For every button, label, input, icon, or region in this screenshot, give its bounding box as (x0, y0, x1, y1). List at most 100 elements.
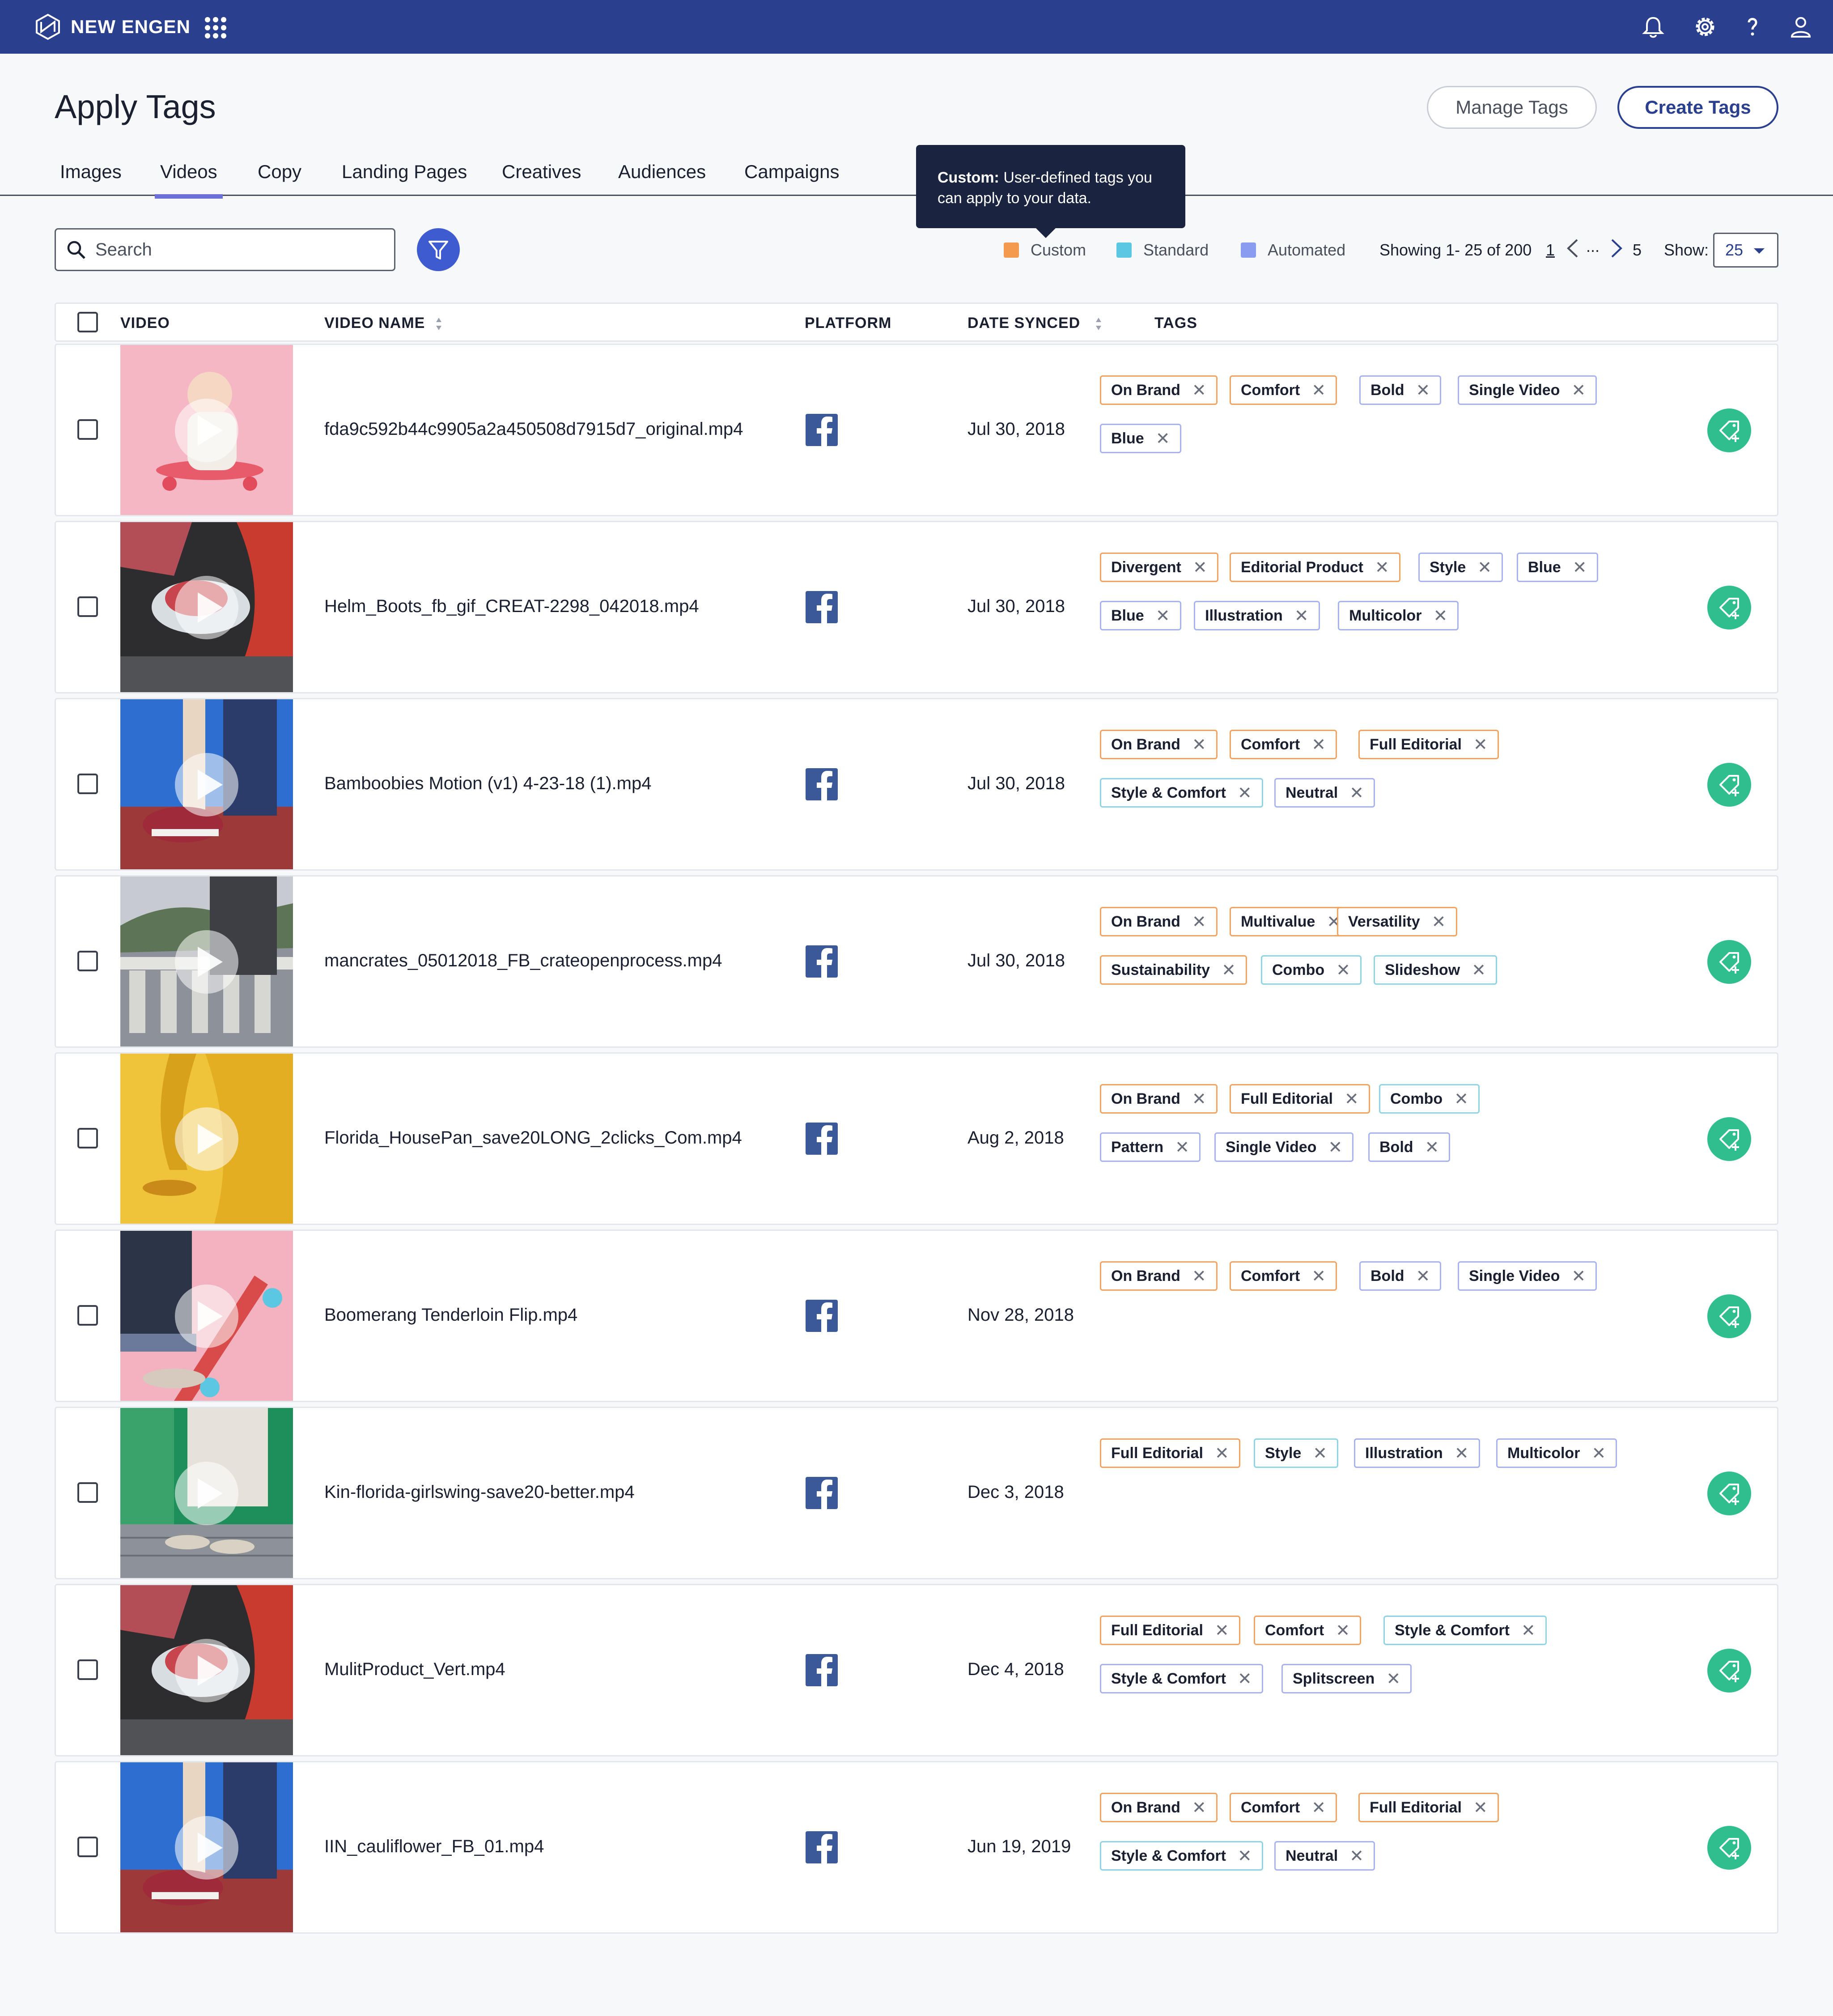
row-checkbox[interactable] (77, 419, 98, 440)
tag-chip[interactable]: On Brand ✕ (1100, 375, 1218, 405)
remove-tag-icon[interactable]: ✕ (1571, 1266, 1586, 1286)
remove-tag-icon[interactable]: ✕ (1433, 606, 1447, 626)
tag-chip[interactable]: Bold ✕ (1368, 1132, 1451, 1162)
create-tags-button[interactable]: Create Tags (1617, 86, 1778, 129)
select-all-checkbox[interactable] (77, 312, 98, 332)
add-tag-button[interactable] (1707, 1117, 1751, 1161)
table-row[interactable]: Helm_Boots_fb_gif_CREAT-2298_042018.mp4 J… (55, 521, 1778, 693)
tag-chip[interactable]: Divergent ✕ (1100, 553, 1218, 582)
tag-chip[interactable]: Bold ✕ (1359, 1261, 1442, 1291)
legend-custom[interactable]: Custom (1004, 241, 1086, 259)
add-tag-button[interactable] (1707, 763, 1751, 807)
remove-tag-icon[interactable]: ✕ (1156, 429, 1170, 449)
tag-chip[interactable]: Editorial Product ✕ (1230, 553, 1400, 582)
table-row[interactable]: fda9c592b44c9905a2a450508d7915d7_origina… (55, 344, 1778, 516)
tag-chip[interactable]: Blue ✕ (1100, 424, 1181, 453)
row-checkbox[interactable] (77, 1128, 98, 1148)
tag-chip[interactable]: Style ✕ (1254, 1438, 1339, 1468)
play-icon[interactable] (175, 1107, 238, 1171)
tag-chip[interactable]: Combo ✕ (1379, 1084, 1480, 1114)
tag-chip[interactable]: Neutral ✕ (1274, 778, 1375, 808)
remove-tag-icon[interactable]: ✕ (1311, 1798, 1326, 1818)
remove-tag-icon[interactable]: ✕ (1222, 960, 1236, 980)
apps-grid-icon[interactable] (204, 16, 227, 39)
tag-chip[interactable]: Single Video ✕ (1214, 1132, 1354, 1162)
tag-chip[interactable]: Comfort ✕ (1230, 1793, 1337, 1822)
tab-copy[interactable]: Copy (258, 161, 301, 183)
remove-tag-icon[interactable]: ✕ (1192, 1089, 1206, 1109)
video-thumbnail[interactable] (120, 345, 293, 515)
tab-audiences[interactable]: Audiences (618, 161, 706, 183)
tab-images[interactable]: Images (60, 161, 122, 183)
tag-chip[interactable]: Comfort ✕ (1230, 730, 1337, 759)
remove-tag-icon[interactable]: ✕ (1416, 380, 1430, 400)
remove-tag-icon[interactable]: ✕ (1215, 1443, 1229, 1463)
manage-tags-button[interactable]: Manage Tags (1427, 86, 1597, 129)
video-thumbnail[interactable] (120, 1054, 293, 1224)
remove-tag-icon[interactable]: ✕ (1238, 1669, 1252, 1689)
remove-tag-icon[interactable]: ✕ (1477, 557, 1492, 578)
play-icon[interactable] (175, 1284, 238, 1348)
prev-page-button[interactable] (1564, 237, 1582, 264)
remove-tag-icon[interactable]: ✕ (1345, 1089, 1359, 1109)
video-thumbnail[interactable] (120, 522, 293, 692)
add-tag-button[interactable] (1707, 1826, 1751, 1870)
remove-tag-icon[interactable]: ✕ (1349, 1846, 1364, 1866)
play-icon[interactable] (175, 753, 238, 817)
add-tag-button[interactable] (1707, 408, 1751, 452)
play-icon[interactable] (175, 930, 238, 994)
tag-chip[interactable]: Multicolor ✕ (1338, 601, 1459, 630)
play-icon[interactable] (175, 1639, 238, 1702)
tag-chip[interactable]: Pattern ✕ (1100, 1132, 1201, 1162)
remove-tag-icon[interactable]: ✕ (1416, 1266, 1430, 1286)
remove-tag-icon[interactable]: ✕ (1311, 1266, 1326, 1286)
tag-chip[interactable]: Versatility ✕ (1337, 907, 1457, 936)
tag-chip[interactable]: Style ✕ (1418, 553, 1503, 582)
tag-chip[interactable]: Combo ✕ (1261, 955, 1362, 985)
table-row[interactable]: MulitProduct_Vert.mp4 Dec 4, 2018 Full Edi… (55, 1584, 1778, 1757)
tag-chip[interactable]: Style & Comfort ✕ (1100, 778, 1263, 808)
tag-chip[interactable]: Blue ✕ (1517, 553, 1598, 582)
user-account-button[interactable] (1788, 14, 1813, 39)
remove-tag-icon[interactable]: ✕ (1328, 1137, 1342, 1157)
remove-tag-icon[interactable]: ✕ (1192, 1266, 1206, 1286)
remove-tag-icon[interactable]: ✕ (1521, 1620, 1536, 1641)
remove-tag-icon[interactable]: ✕ (1591, 1443, 1606, 1463)
tag-chip[interactable]: Style & Comfort ✕ (1100, 1841, 1263, 1871)
add-tag-button[interactable] (1707, 940, 1751, 984)
tag-chip[interactable]: On Brand ✕ (1100, 1793, 1218, 1822)
tag-chip[interactable]: Comfort ✕ (1230, 375, 1337, 405)
tab-campaigns[interactable]: Campaigns (744, 161, 839, 183)
page-1-link[interactable]: 1 (1546, 241, 1555, 259)
tag-chip[interactable]: On Brand ✕ (1100, 1084, 1218, 1114)
remove-tag-icon[interactable]: ✕ (1192, 912, 1206, 932)
tag-chip[interactable]: Illustration ✕ (1194, 601, 1320, 630)
remove-tag-icon[interactable]: ✕ (1175, 1137, 1189, 1157)
notifications-button[interactable] (1641, 14, 1666, 39)
remove-tag-icon[interactable]: ✕ (1375, 557, 1389, 578)
column-date-synced[interactable]: DATE SYNCED (967, 315, 1103, 333)
play-icon[interactable] (175, 1816, 238, 1880)
remove-tag-icon[interactable]: ✕ (1473, 735, 1488, 755)
video-thumbnail[interactable] (120, 1408, 293, 1578)
remove-tag-icon[interactable]: ✕ (1454, 1089, 1468, 1109)
tag-chip[interactable]: Style & Comfort ✕ (1100, 1664, 1263, 1693)
video-thumbnail[interactable] (120, 1585, 293, 1755)
tag-chip[interactable]: Multicolor ✕ (1496, 1438, 1617, 1468)
tag-chip[interactable]: Neutral ✕ (1274, 1841, 1375, 1871)
help-button[interactable] (1740, 14, 1765, 39)
tag-chip[interactable]: Blue ✕ (1100, 601, 1181, 630)
remove-tag-icon[interactable]: ✕ (1432, 912, 1446, 932)
add-tag-button[interactable] (1707, 1472, 1751, 1515)
remove-tag-icon[interactable]: ✕ (1192, 735, 1206, 755)
row-checkbox[interactable] (77, 596, 98, 617)
brand-logo[interactable]: NEW ENGEN (34, 12, 191, 42)
legend-standard[interactable]: Standard (1116, 241, 1209, 259)
page-5-link[interactable]: 5 (1633, 241, 1642, 259)
remove-tag-icon[interactable]: ✕ (1472, 960, 1486, 980)
video-thumbnail[interactable] (120, 1762, 293, 1932)
row-checkbox[interactable] (77, 1305, 98, 1326)
row-checkbox[interactable] (77, 1837, 98, 1857)
remove-tag-icon[interactable]: ✕ (1192, 1798, 1206, 1818)
tab-videos[interactable]: Videos (155, 161, 223, 199)
